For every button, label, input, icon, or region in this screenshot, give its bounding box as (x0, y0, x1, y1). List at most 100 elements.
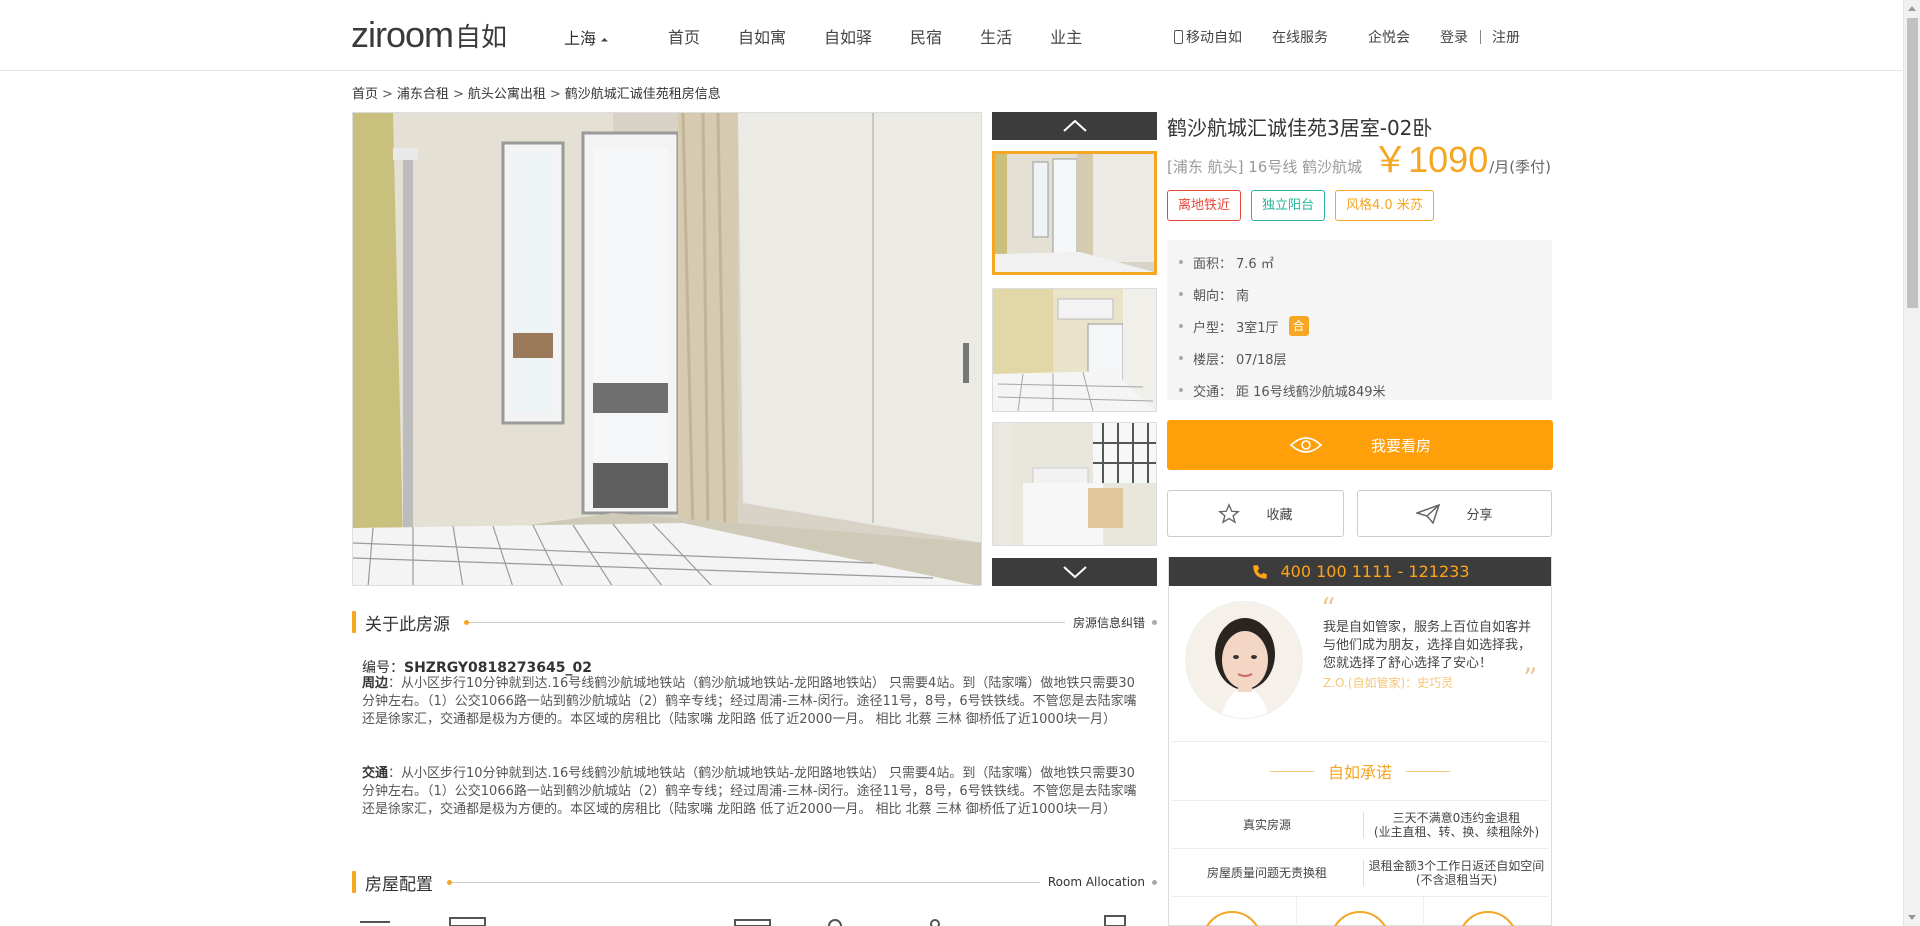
spec-floor: 楼层： 07/18层 (1179, 342, 1552, 374)
thumbnail-scroll-down-button[interactable] (992, 558, 1157, 586)
traffic-description: 交通：从小区步行10分钟就到达.16号线鹤沙航城地铁站（鹤沙航城地铁站-龙阳路地… (362, 765, 1147, 819)
config-section-header: 房屋配置 Room Allocation (352, 870, 1157, 895)
paper-plane-icon (1416, 503, 1441, 524)
promise-circle-icon (1457, 911, 1518, 926)
spec-area: 面积： 7.6 ㎡ (1179, 246, 1552, 278)
ziroom-logo[interactable]: ziroom 自如 (351, 14, 508, 55)
promise-row: 房屋质量问题无责换租 退租金额3个工作日返还自如空间 (不含退租当天) (1171, 849, 1549, 897)
club-link[interactable]: 企悦会 (1368, 27, 1410, 47)
promise-title: 自如承诺 (1171, 742, 1549, 801)
tag-near-subway: 离地铁近 (1167, 190, 1242, 221)
spec-layout: 户型： 3室1厅合 (1179, 310, 1552, 342)
breadcrumb-hangtou[interactable]: 航头公寓出租 (468, 87, 546, 102)
scrollbar-thumb[interactable] (1907, 18, 1918, 308)
share-button[interactable]: 分享 (1357, 490, 1552, 537)
surroundings-description: 周边：从小区步行10分钟就到达.16号线鹤沙航城地铁站（鹤沙航城地铁站-龙阳路地… (362, 675, 1147, 729)
chevron-down-icon (1062, 566, 1087, 579)
spec-value: 距 16号线鹤沙航城849米 (1236, 384, 1386, 400)
spec-label: 楼层： (1193, 352, 1233, 368)
price-symbol: ￥ (1372, 139, 1409, 180)
promise-icons (1169, 897, 1551, 926)
promise-right-line1: 三天不满意0违约金退租 (1392, 810, 1521, 825)
favorite-button[interactable]: 收藏 (1167, 490, 1344, 537)
nav-owner[interactable]: 业主 (1050, 24, 1082, 48)
spec-value: 南 (1236, 288, 1250, 304)
room-allocation-link: Room Allocation (1047, 875, 1145, 889)
tag-private-balcony: 独立阳台 (1251, 190, 1326, 221)
nav-life[interactable]: 生活 (980, 24, 1012, 48)
scroll-down-arrow-icon[interactable] (1908, 915, 1916, 920)
user-nav: 移动自如 在线服务 企悦会 登录 注册 (1174, 27, 1520, 47)
amenity-icons-strip (360, 915, 1126, 926)
phone-icon (1252, 564, 1267, 579)
spec-label: 户型： (1193, 320, 1233, 336)
listing-price: ￥1090 (1372, 131, 1488, 183)
listing-subline: [浦东 航头] 16号线 鹤沙航城 ￥1090 /月(季付) (1167, 131, 1551, 183)
scroll-up-arrow-icon[interactable] (1908, 6, 1916, 11)
thumbnail-image (995, 154, 1154, 272)
dropdown-triangle-icon (600, 37, 609, 45)
promise-right-line2: (业主直租、转、换、续租除外) (1373, 824, 1540, 839)
promise-right-line2: (不含退租当天) (1415, 872, 1498, 887)
register-link[interactable]: 注册 (1492, 27, 1520, 47)
surround-text: ：从小区步行10分钟就到达.16号线鹤沙航城地铁站（鹤沙航城地铁站-龙阳路地铁站… (362, 676, 1137, 727)
spec-orientation: 朝向：南 (1179, 278, 1552, 310)
breadcrumb-pudong[interactable]: 浦东合租 (397, 87, 449, 102)
site-header: ziroom 自如 上海 首页 自如寓 自如驿 民宿 生活 业主 移动自如 在线… (0, 0, 1902, 71)
book-viewing-button[interactable]: 我要看房 (1167, 420, 1553, 470)
promise-left: 房屋质量问题无责换租 (1206, 866, 1327, 880)
mobile-ziroom-link[interactable]: 移动自如 (1174, 27, 1242, 47)
mobile-ziroom-label: 移动自如 (1186, 30, 1242, 46)
promise-right-line1: 退租金额3个工作日返还自如空间 (1368, 858, 1545, 873)
nav-ziroom-inn[interactable]: 自如驿 (824, 24, 872, 48)
spec-value: 3室1厅 (1236, 320, 1279, 336)
promise-right: 三天不满意0违约金退租 (业主直租、转、换、续租除外) (1364, 811, 1549, 839)
spec-label: 朝向： (1193, 288, 1233, 304)
logo-cn: 自如 (455, 22, 508, 53)
nav-ziroom-apartment[interactable]: 自如寓 (738, 24, 786, 48)
agent-portrait (1186, 602, 1302, 718)
favorite-label: 收藏 (1266, 508, 1293, 523)
city-label: 上海 (564, 29, 597, 48)
listing-code: 编号：SHZRGY0818273645_02 (362, 657, 592, 677)
promise-row: 真实房源 三天不满意0违约金退租 (业主直租、转、换、续租除外) (1171, 801, 1549, 849)
thumbnail-2[interactable] (992, 288, 1157, 412)
price-value: 1090 (1408, 139, 1489, 180)
nav-homestay[interactable]: 民宿 (910, 24, 942, 48)
hotline-number: 400 100 1111 - 121233 (1280, 562, 1470, 581)
section-heading: 关于此房源 (365, 614, 450, 635)
page-scrollbar[interactable] (1903, 0, 1920, 926)
section-heading: 房屋配置 (365, 874, 433, 895)
online-service-link[interactable]: 在线服务 (1272, 27, 1328, 47)
promise-circle-icon (1202, 911, 1263, 926)
promise-circle-icon (1330, 911, 1390, 926)
spec-value: 7.6 ㎡ (1236, 256, 1274, 272)
shared-badge: 合 (1288, 316, 1309, 336)
promise-right: 退租金额3个工作日返还自如空间 (不含退租当天) (1364, 859, 1549, 887)
surround-label: 周边 (362, 676, 389, 691)
login-link[interactable]: 登录 (1440, 27, 1468, 47)
agent-card: 400 100 1111 - 121233 “ 我是自如管家，服务上百位自如客并… (1168, 557, 1552, 926)
report-error-link[interactable]: 房源信息纠错 (1073, 614, 1145, 631)
room-specs: 面积： 7.6 ㎡ 朝向：南 户型： 3室1厅合 楼层： 07/18层 交通：距 16… (1167, 240, 1552, 400)
city-selector[interactable]: 上海 (564, 25, 609, 49)
main-room-photo[interactable] (352, 112, 982, 586)
book-viewing-label: 我要看房 (1370, 436, 1431, 455)
listing-tags: 离地铁近 独立阳台 风格4.0 米苏 (1167, 190, 1434, 221)
divider (1480, 30, 1481, 44)
thumbnail-image (993, 289, 1156, 411)
hotline-bar[interactable]: 400 100 1111 - 121233 (1169, 557, 1551, 586)
agent-intro: 我是自如管家，服务上百位自如客并与他们成为朋友，选择自如选择我，您就选择了舒心选… (1323, 619, 1541, 692)
spec-traffic: 交通：距 16号线鹤沙航城849米 (1179, 374, 1552, 406)
thumbnail-1[interactable] (992, 151, 1157, 275)
breadcrumb-current: 鹤沙航城汇诚佳苑租房信息 (564, 87, 721, 102)
breadcrumb: 首页 > 浦东合租 > 航头公寓出租 > 鹤沙航城汇诚佳苑租房信息 (352, 87, 721, 102)
thumbnail-scroll-up-button[interactable] (992, 112, 1157, 140)
thumbnail-3[interactable] (992, 422, 1157, 546)
spec-label: 交通： (1193, 384, 1233, 400)
nav-home[interactable]: 首页 (668, 24, 700, 48)
promise-left: 真实房源 (1242, 818, 1291, 832)
breadcrumb-home[interactable]: 首页 (352, 87, 378, 102)
amenity-icons (355, 912, 1155, 926)
main-nav: 首页 自如寓 自如驿 民宿 生活 业主 (668, 24, 1082, 48)
